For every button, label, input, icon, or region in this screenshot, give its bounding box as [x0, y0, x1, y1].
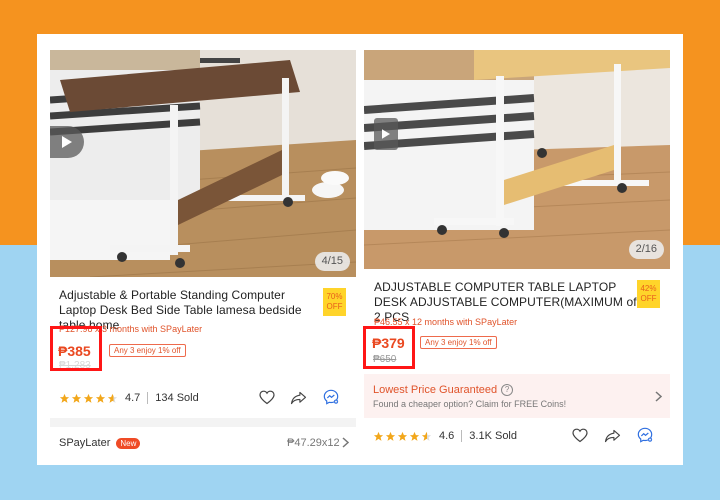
spaylater-row[interactable]: SPayLater New — [59, 437, 141, 449]
product-1-sold-count: 134 Sold — [155, 392, 199, 404]
star-icon — [373, 431, 384, 441]
product-2-image[interactable]: 2/16 — [364, 50, 670, 269]
star-icon — [397, 431, 408, 441]
lowest-price-subtitle: Found a cheaper option? Claim for FREE C… — [373, 399, 567, 409]
discount-off-label: OFF — [640, 294, 657, 303]
share-icon[interactable] — [604, 429, 621, 443]
chevron-right-icon[interactable] — [655, 391, 662, 402]
product-2-sold-count: 3.1K Sold — [469, 430, 517, 442]
spaylater-label: SPayLater — [59, 437, 111, 449]
lowest-price-title-text: Lowest Price Guaranteed — [373, 384, 498, 396]
product-comparison-panel: 4/15 Adjustable & Portable Standing Comp… — [37, 34, 683, 465]
heart-icon[interactable] — [572, 428, 588, 443]
heart-icon[interactable] — [259, 390, 275, 405]
product-2-promo-tag[interactable]: Any 3 enjoy 1% off — [420, 336, 497, 349]
lowest-price-guarantee-banner[interactable]: Lowest Price Guaranteed ? Found a cheape… — [364, 374, 670, 418]
play-video-icon[interactable] — [374, 118, 398, 150]
spaylater-amount: ₱47.29x12 — [287, 437, 340, 449]
share-icon[interactable] — [290, 391, 307, 405]
product-2-rating-value: 4.6 — [439, 430, 455, 442]
chevron-right-icon[interactable] — [342, 437, 349, 448]
help-icon[interactable]: ? — [501, 384, 514, 396]
divider — [147, 392, 149, 404]
product-1-discount-badge: 70% OFF — [323, 288, 346, 316]
product-1-promo-tag[interactable]: Any 3 enjoy 1% off — [109, 344, 186, 357]
new-badge: New — [116, 437, 141, 449]
product-1-rating-row: 4.7 134 Sold — [59, 392, 199, 404]
product-1-image[interactable]: 4/15 — [50, 50, 356, 277]
star-icon — [71, 393, 82, 403]
half-star-icon — [107, 393, 118, 403]
product-2-rating-row: 4.6 3.1K Sold — [373, 430, 517, 442]
media-counter: 4/15 — [314, 252, 350, 271]
lowest-price-title: Lowest Price Guaranteed ? — [373, 384, 514, 396]
play-video-icon[interactable] — [50, 126, 84, 158]
discount-percent: 70% — [326, 292, 343, 301]
divider — [461, 430, 463, 442]
product-2-stars — [373, 431, 433, 442]
media-counter: 2/16 — [628, 240, 664, 259]
product-2-price-highlight — [363, 326, 415, 369]
star-icon — [95, 393, 106, 403]
star-icon — [385, 431, 396, 441]
star-icon — [83, 393, 94, 403]
product-1-price-highlight — [50, 326, 102, 371]
messenger-icon[interactable] — [323, 389, 339, 405]
star-icon — [409, 431, 420, 441]
product-1-rating-value: 4.7 — [125, 392, 141, 404]
half-star-icon — [421, 431, 432, 441]
star-icon — [59, 393, 70, 403]
messenger-icon[interactable] — [637, 427, 653, 443]
discount-percent: 42% — [640, 284, 657, 293]
discount-off-label: OFF — [326, 302, 343, 311]
section-divider — [50, 418, 356, 427]
product-2-discount-badge: 42% OFF — [637, 280, 660, 308]
product-1-stars — [59, 393, 119, 404]
